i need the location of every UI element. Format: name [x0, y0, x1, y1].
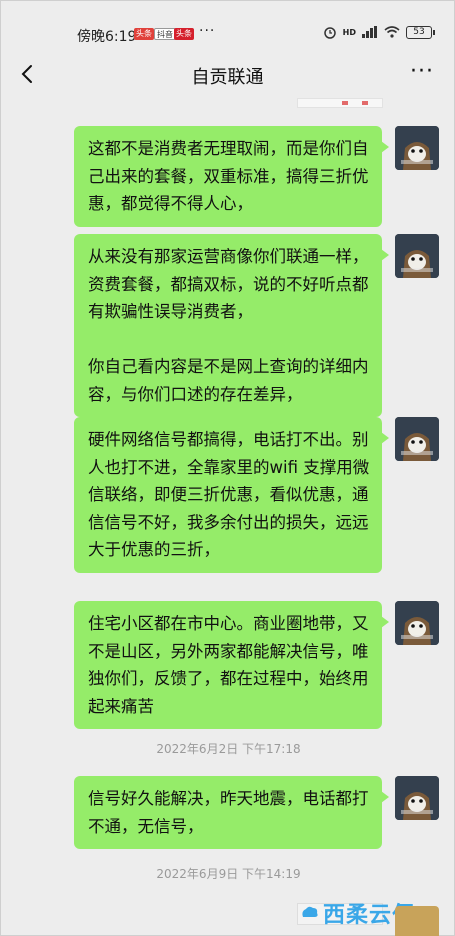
status-time: 傍晚6:19 — [77, 29, 137, 45]
battery-indicator: 53 — [406, 25, 435, 39]
chat-screen: 傍晚6:19 头条 抖音 头条 ··· HD 53 自贡联通 ··· 这都不是消… — [0, 0, 455, 936]
chat-title: 自贡联通 — [191, 67, 264, 88]
signal-icon — [362, 26, 377, 38]
notification-badge-3: 头条 — [174, 28, 194, 40]
message-bubble[interactable]: 硬件网络信号都搞得，电话打不出。别人也打不进，全靠家里的wifi 支撑用微信联络… — [74, 417, 389, 573]
cat-avatar-icon — [395, 601, 439, 645]
status-bar: 傍晚6:19 头条 抖音 头条 ··· HD 53 — [1, 1, 454, 45]
user-avatar[interactable] — [395, 126, 439, 170]
message-bubble[interactable]: 信号好久能解决，昨天地震，电话都打不通，无信号， — [74, 776, 389, 849]
network-type-label: HD — [342, 27, 356, 37]
user-avatar[interactable] — [395, 234, 439, 278]
user-avatar[interactable] — [395, 417, 439, 461]
cat-avatar-icon — [395, 417, 439, 461]
message-bubble[interactable]: 这都不是消费者无理取闹，而是你们自己出来的套餐，双重标准，搞得三折优惠，都觉得不… — [74, 126, 389, 227]
alarm-icon — [323, 27, 336, 39]
status-indicators: HD 53 — [323, 25, 435, 39]
message-bubble[interactable]: 住宅小区都在市中心。商业圈地带，又不是山区，另外两家都能解决信号，唯独你们，反馈… — [74, 601, 389, 729]
cropped-message-image[interactable] — [297, 98, 383, 108]
watermark-logo-icon — [302, 906, 318, 917]
status-more-dots: ··· — [199, 23, 216, 39]
cat-avatar-icon — [395, 776, 439, 820]
cat-avatar-icon — [395, 126, 439, 170]
notification-badge-2: 抖音 — [154, 28, 176, 40]
wifi-icon — [384, 26, 400, 38]
cat-avatar-icon — [395, 234, 439, 278]
user-avatar[interactable] — [395, 776, 439, 820]
user-avatar-partial[interactable] — [395, 906, 439, 936]
notification-badge-1: 头条 — [134, 28, 154, 40]
chat-header: 自贡联通 ··· — [1, 49, 454, 103]
user-avatar[interactable] — [395, 601, 439, 645]
timestamp-label: 2022年6月9日 下午14:19 — [156, 867, 301, 881]
message-bubble[interactable]: 从来没有那家运营商像你们联通一样，资费套餐，都搞双标，说的不好听点都有欺骗性误导… — [74, 234, 389, 417]
more-options-icon[interactable]: ··· — [410, 59, 434, 84]
timestamp-label: 2022年6月2日 下午17:18 — [156, 742, 301, 756]
